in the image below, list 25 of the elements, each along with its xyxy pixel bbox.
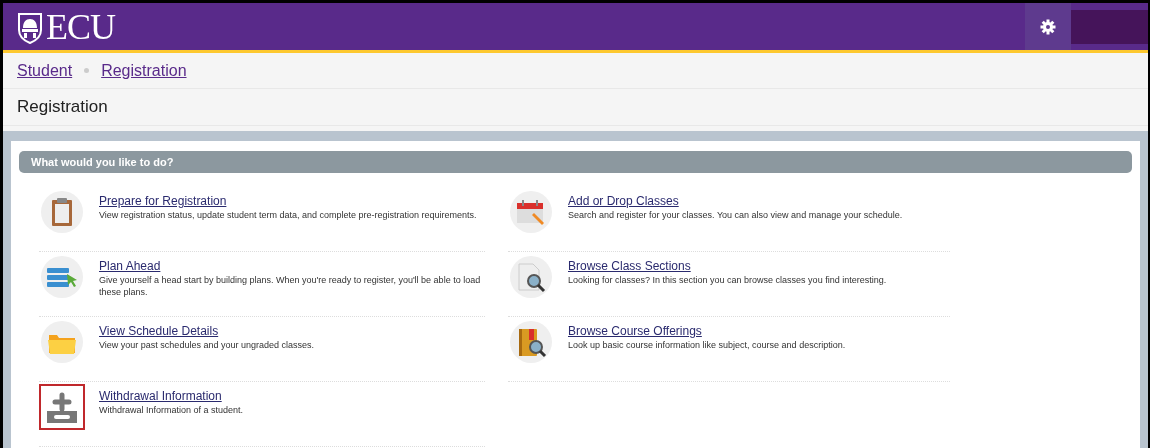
calendar-pencil-icon[interactable]	[510, 191, 552, 233]
book-magnifier-icon[interactable]	[510, 321, 552, 363]
task-link[interactable]: Browse Class Sections	[568, 259, 887, 273]
separator-dot	[84, 68, 90, 73]
document-magnifier-icon[interactable]	[510, 256, 552, 298]
task-link[interactable]: Withdrawal Information	[99, 389, 244, 403]
task-link[interactable]: Browse Course Offerings	[568, 324, 846, 338]
task-link[interactable]: View Schedule Details	[99, 324, 314, 338]
task-description: Search and register for your classes. You can also view and manage your schedule.	[568, 209, 903, 221]
settings-icon[interactable]	[1025, 3, 1071, 50]
section-header: What would you like to do?	[19, 151, 1132, 173]
task-description: Withdrawal Information of a student.	[99, 404, 244, 416]
clipboard-icon[interactable]	[41, 191, 83, 233]
task-link[interactable]: Plan Ahead	[99, 259, 485, 273]
page-title: Registration	[17, 97, 108, 117]
breadcrumb-link[interactable]: Student	[17, 61, 73, 80]
logo-text[interactable]: ECU	[46, 8, 115, 45]
task-description: View registration status, update student term data, and complete pre-registration requirements.	[99, 209, 477, 221]
task-description: Looking for classes? In this section you can browse classes you find interesting.	[568, 274, 887, 286]
task-description: View your past schedules and your ungraded classes.	[99, 339, 314, 351]
breadcrumb-link[interactable]: Registration	[101, 61, 187, 80]
task-description: Look up basic course information like subject, course and description.	[568, 339, 846, 351]
task-link[interactable]: Prepare for Registration	[99, 194, 477, 208]
task-link[interactable]: Add or Drop Classes	[568, 194, 903, 208]
task-description: Give yourself a head start by building plans. When you're ready to register, you'll be able to load these plans.	[99, 274, 482, 298]
